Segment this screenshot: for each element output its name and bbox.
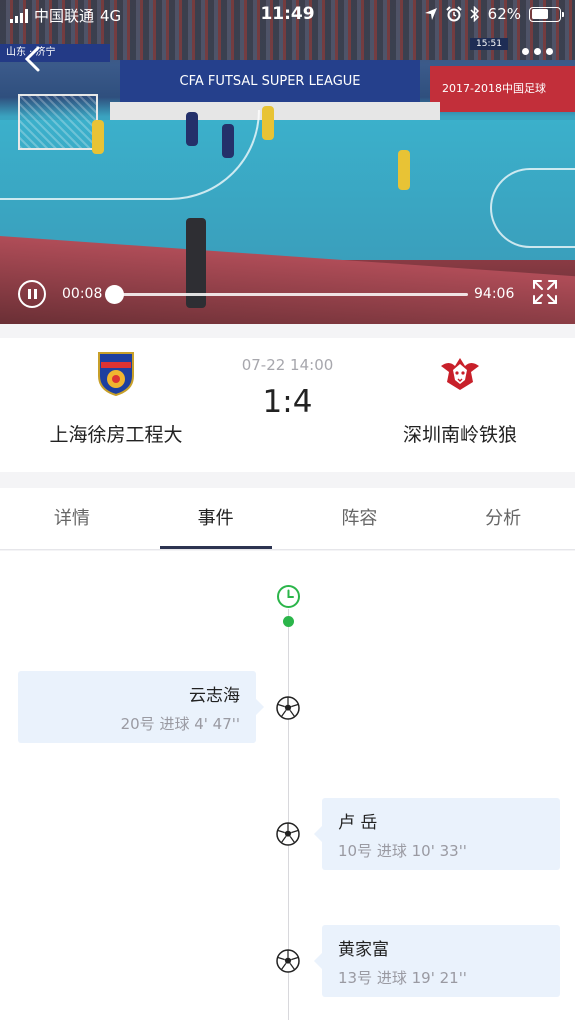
away-team[interactable]: 深圳南岭铁狼	[370, 350, 550, 447]
video-player[interactable]: 山东 · 济宁 CFA FUTSAL SUPER LEAGUE 2017-201…	[0, 0, 575, 324]
location-tag: 山东 · 济宁	[0, 44, 110, 62]
event-card[interactable]: 卢 岳 10号 进球 10' 33''	[314, 798, 560, 870]
away-team-logo-icon	[441, 358, 479, 390]
player-figure	[222, 124, 234, 158]
soccer-ball-icon	[276, 696, 300, 720]
clock-icon	[277, 585, 300, 608]
event-card[interactable]: 黄家富 13号 进球 19' 21''	[314, 925, 560, 997]
player-figure	[92, 120, 104, 154]
match-header: 上海徐房工程大 07-22 14:00 1:4 深圳南岭铁狼	[0, 338, 575, 472]
more-options-button[interactable]	[522, 48, 553, 55]
status-bar: 中国联通 4G 11:49 62%	[0, 0, 575, 30]
tab-analysis[interactable]: 分析	[431, 488, 575, 549]
event-detail: 20号 进球 4' 47''	[120, 715, 240, 733]
tab-bar: 详情 事件 阵容 分析	[0, 488, 575, 550]
back-arrow-icon[interactable]	[18, 44, 48, 74]
league-banner-right-text: 2017-2018中国足球	[442, 82, 546, 95]
location-arrow-icon	[424, 8, 437, 20]
bluetooth-icon	[470, 6, 479, 22]
event-detail: 13号 进球 19' 21''	[338, 969, 467, 987]
player-figure	[186, 112, 198, 146]
playback-controls: 00:08 94:06	[0, 276, 575, 316]
timeline-start-dot	[283, 616, 294, 627]
event-player-name: 黄家富	[338, 940, 389, 960]
current-time: 00:08	[62, 286, 103, 302]
tab-details[interactable]: 详情	[0, 488, 144, 549]
event-player-name: 云志海	[189, 686, 240, 706]
tab-lineup[interactable]: 阵容	[288, 488, 432, 549]
league-banner-right: 2017-2018中国足球	[430, 66, 575, 112]
fullscreen-icon[interactable]	[531, 278, 559, 306]
player-figure	[398, 150, 410, 190]
event-player-name: 卢 岳	[338, 813, 378, 833]
goal-net	[18, 94, 98, 150]
progress-knob[interactable]	[105, 285, 124, 304]
battery-icon	[529, 6, 564, 22]
tab-events[interactable]: 事件	[144, 488, 288, 549]
broadcast-clock: 15:51	[470, 38, 508, 50]
duration: 94:06	[474, 286, 515, 302]
battery-percent: 62%	[487, 5, 521, 23]
event-detail: 10号 进球 10' 33''	[338, 842, 467, 860]
progress-bar[interactable]	[114, 293, 468, 296]
soccer-ball-icon	[276, 949, 300, 973]
soccer-ball-icon	[276, 822, 300, 846]
away-team-name: 深圳南岭铁狼	[402, 424, 517, 446]
player-figure	[262, 106, 274, 140]
home-team-name: 上海徐房工程大	[49, 424, 183, 446]
league-banner: CFA FUTSAL SUPER LEAGUE	[120, 60, 420, 104]
event-card[interactable]: 云志海 20号 进球 4' 47''	[18, 671, 264, 743]
events-timeline: 云志海 20号 进球 4' 47'' 卢 岳 10号 进球 10' 33'' 黄…	[0, 551, 575, 1020]
alarm-icon	[445, 6, 462, 22]
pause-button[interactable]	[18, 280, 46, 308]
